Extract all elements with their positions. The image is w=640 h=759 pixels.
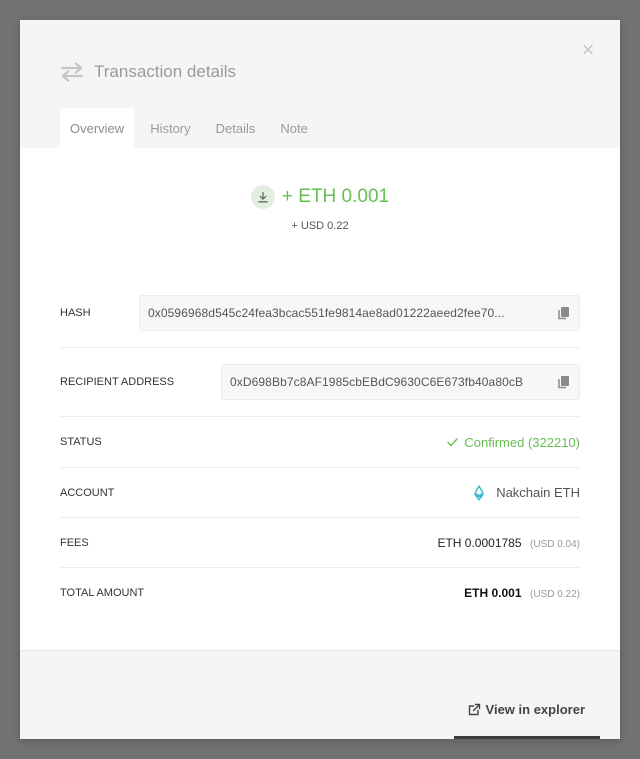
status-label: STATUS <box>60 436 102 448</box>
hash-field[interactable]: 0x0596968d545c24fea3bcac551fe9814ae8ad01… <box>139 295 580 331</box>
total-value-group: ETH 0.001 (USD 0.22) <box>464 584 580 602</box>
view-in-explorer-link[interactable]: View in explorer <box>468 702 585 717</box>
total-usd: (USD 0.22) <box>529 589 580 600</box>
download-arrow-icon <box>250 185 275 209</box>
tab-history[interactable]: History <box>141 108 199 148</box>
fees-usd: (USD 0.04) <box>529 538 580 550</box>
status-text: Confirmed (322210) <box>464 434 580 450</box>
fees-label: FEES <box>60 536 89 549</box>
recipient-label: RECIPIENT ADDRESS <box>60 376 175 388</box>
copy-icon[interactable] <box>557 306 571 320</box>
recipient-value: 0xD698Bb7c8AF1985cbEBdC9630C6E673fb40a80… <box>230 375 524 389</box>
recipient-row: RECIPIENT ADDRESS 0xD698Bb7c8AF1985cbEBd… <box>60 348 580 417</box>
transaction-amount-usd: + USD 0.22 <box>291 220 349 232</box>
footer-divider-bar <box>454 736 600 739</box>
status-row: STATUS Confirmed (322210) <box>60 417 580 468</box>
fees-value: ETH 0.0001785 <box>437 535 522 550</box>
hash-value: 0x0596968d545c24fea3bcac551fe9814ae8ad01… <box>148 306 505 320</box>
close-icon: × <box>581 37 595 62</box>
tab-note[interactable]: Note <box>271 108 316 148</box>
fees-value-group: ETH 0.0001785 (USD 0.04) <box>437 534 580 552</box>
tab-details[interactable]: Details <box>207 108 265 148</box>
check-icon <box>447 437 459 446</box>
hash-label: HASH <box>60 307 91 319</box>
external-link-icon <box>468 703 480 716</box>
modal-header: × Transaction details Overview History D… <box>20 20 620 148</box>
close-button[interactable]: × <box>576 38 600 62</box>
fees-row: FEES ETH 0.0001785 (USD 0.04) <box>60 518 580 568</box>
view-in-explorer-label: View in explorer <box>485 702 585 717</box>
copy-icon[interactable] <box>557 375 571 389</box>
account-label: ACCOUNT <box>60 486 115 499</box>
account-row: ACCOUNT Nakchain ETH <box>60 468 580 518</box>
status-value: Confirmed (322210) <box>447 435 580 450</box>
transaction-amount: + ETH 0.001 <box>281 186 390 207</box>
amount-summary: + ETH 0.001 + USD 0.22 <box>20 185 620 232</box>
details-list: HASH 0x0596968d545c24fea3bcac551fe9814ae… <box>60 279 580 618</box>
transaction-details-modal: × Transaction details Overview History D… <box>20 20 620 739</box>
account-value[interactable]: Nakchain ETH <box>474 484 580 501</box>
ethereum-icon <box>474 484 484 501</box>
total-value: ETH 0.001 <box>464 586 522 600</box>
modal-footer: View in explorer <box>20 650 620 739</box>
tab-overview[interactable]: Overview <box>60 108 135 148</box>
modal-title: Transaction details <box>94 62 237 81</box>
tab-bar: Overview History Details Note <box>60 108 324 148</box>
total-label: TOTAL AMOUNT <box>60 587 145 599</box>
title-row: Transaction details <box>60 62 236 82</box>
total-row: TOTAL AMOUNT ETH 0.001 (USD 0.22) <box>60 568 580 618</box>
transfer-arrows-icon <box>60 62 84 82</box>
recipient-field[interactable]: 0xD698Bb7c8AF1985cbEBdC9630C6E673fb40a80… <box>221 364 580 400</box>
account-name: Nakchain ETH <box>496 485 580 500</box>
hash-row: HASH 0x0596968d545c24fea3bcac551fe9814ae… <box>60 279 580 348</box>
